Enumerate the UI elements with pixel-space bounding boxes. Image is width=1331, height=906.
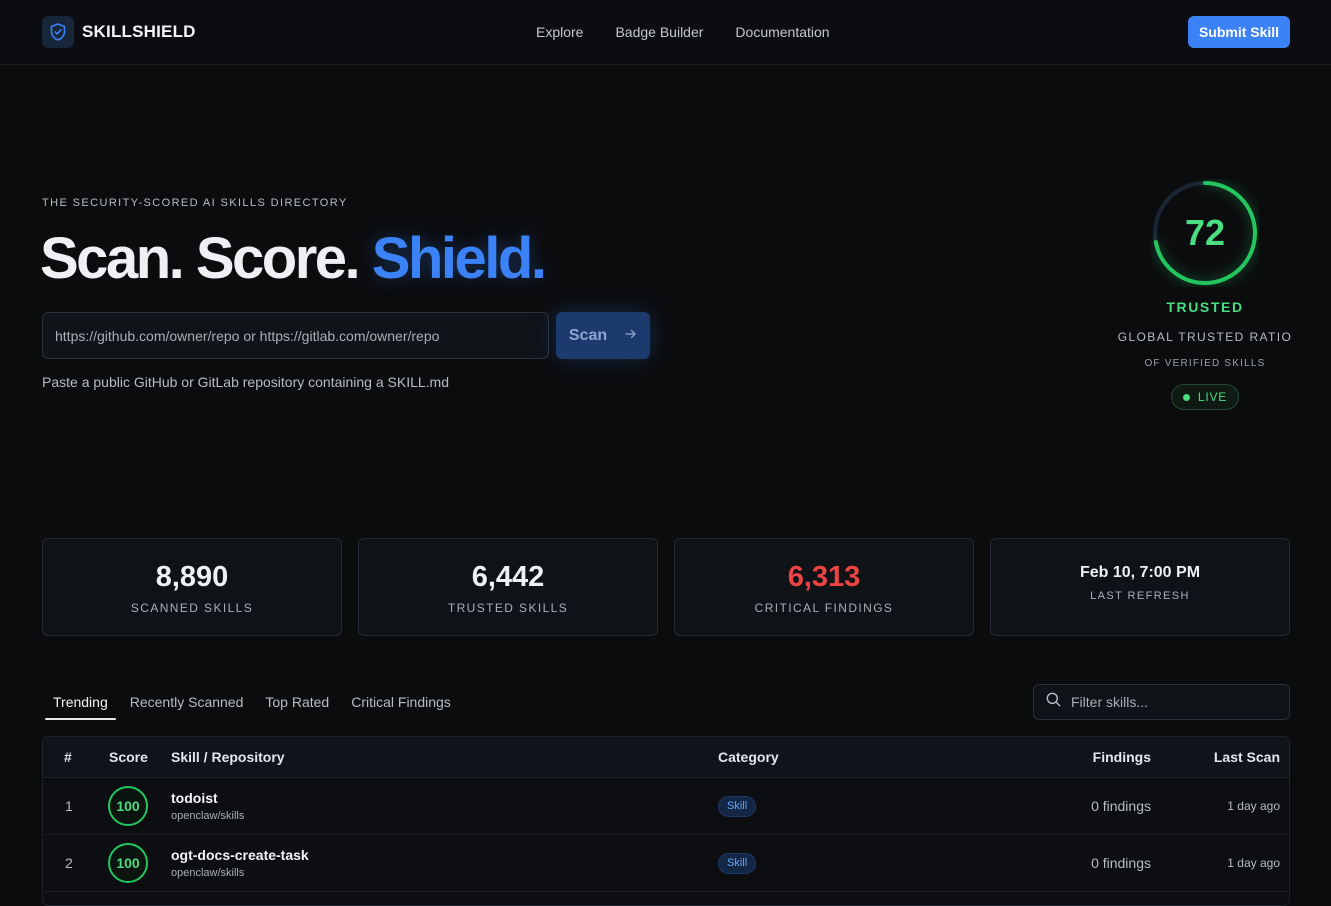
trust-sub-label: OF VERIFIED SKILLS bbox=[1144, 358, 1266, 369]
search-icon bbox=[1046, 692, 1061, 712]
category-pill: Skill bbox=[718, 796, 757, 817]
findings-count: 0 findings bbox=[1091, 855, 1151, 871]
row-rank: 1 bbox=[65, 798, 73, 814]
arrow-right-icon bbox=[625, 327, 637, 345]
findings-count: 0 findings bbox=[1091, 798, 1151, 814]
column-category[interactable]: Category bbox=[718, 749, 779, 765]
column-last-scan[interactable]: Last Scan bbox=[1214, 749, 1280, 765]
repo-url-input[interactable] bbox=[42, 312, 549, 359]
live-label: LIVE bbox=[1197, 390, 1228, 404]
headline-main: Scan. Score. bbox=[40, 226, 372, 291]
hero-hint: Paste a public GitHub or GitLab reposito… bbox=[42, 374, 449, 390]
brand-name: SKILLSHIELD bbox=[82, 22, 196, 41]
stat-label: LAST REFRESH bbox=[1090, 590, 1190, 602]
headline-accent: Shield. bbox=[371, 226, 547, 291]
listing-tabs: Trending Recently Scanned Top Rated Crit… bbox=[42, 692, 462, 720]
stat-value: 6,313 bbox=[787, 561, 861, 593]
tab-critical-findings[interactable]: Critical Findings bbox=[340, 692, 462, 720]
stat-label: TRUSTED SKILLS bbox=[447, 601, 569, 615]
category-pill: Skill bbox=[718, 853, 757, 874]
score-badge: 100 bbox=[108, 843, 148, 883]
column-rank[interactable]: # bbox=[64, 749, 72, 765]
column-skill[interactable]: Skill / Repository bbox=[171, 749, 285, 765]
stat-card-critical: 6,313 CRITICAL FINDINGS bbox=[674, 538, 974, 636]
trust-score-value: 72 bbox=[1184, 212, 1226, 253]
main-nav: Explore Badge Builder Documentation bbox=[536, 22, 862, 42]
column-findings[interactable]: Findings bbox=[1093, 749, 1151, 765]
hero-headline: Scan. Score. Shield. bbox=[40, 224, 547, 294]
live-badge: LIVE bbox=[1171, 384, 1239, 410]
table-row[interactable]: 2 100 ogt-docs-create-task openclaw/skil… bbox=[43, 835, 1289, 892]
stat-card-trusted: 6,442 TRUSTED SKILLS bbox=[358, 538, 658, 636]
stat-value: 6,442 bbox=[471, 561, 545, 593]
nav-documentation[interactable]: Documentation bbox=[735, 22, 829, 42]
nav-explore[interactable]: Explore bbox=[536, 22, 583, 42]
submit-skill-button[interactable]: Submit Skill bbox=[1188, 16, 1290, 48]
tab-top-rated[interactable]: Top Rated bbox=[254, 692, 340, 720]
tab-recently-scanned[interactable]: Recently Scanned bbox=[119, 692, 255, 720]
skill-repo: openclaw/skills bbox=[171, 867, 245, 879]
nav-badge-builder[interactable]: Badge Builder bbox=[615, 22, 703, 42]
scan-button[interactable]: Scan bbox=[556, 312, 650, 359]
trust-status: TRUSTED bbox=[1166, 299, 1244, 315]
filter-box bbox=[1033, 684, 1290, 720]
skill-name-link[interactable]: ogt-docs-create-task bbox=[171, 847, 309, 863]
stat-card-last-refresh: Feb 10, 7:00 PM LAST REFRESH bbox=[990, 538, 1290, 636]
stat-label: SCANNED SKILLS bbox=[130, 601, 254, 615]
last-scan-time: 1 day ago bbox=[1227, 856, 1280, 870]
table-row[interactable]: 1 100 todoist openclaw/skills Skill 0 fi… bbox=[43, 778, 1289, 835]
shield-icon bbox=[42, 16, 74, 48]
stat-value: 8,890 bbox=[155, 561, 229, 593]
top-navbar: SKILLSHIELD Explore Badge Builder Docume… bbox=[0, 0, 1331, 65]
trust-ratio-label: GLOBAL TRUSTED RATIO bbox=[1117, 330, 1293, 344]
skill-repo: openclaw/skills bbox=[171, 810, 245, 822]
filter-skills-input[interactable] bbox=[1071, 694, 1271, 710]
table-header: # Score Skill / Repository Category Find… bbox=[43, 737, 1289, 778]
last-scan-time: 1 day ago bbox=[1227, 799, 1280, 813]
scan-button-label: Scan bbox=[568, 326, 608, 344]
stat-card-scanned: 8,890 SCANNED SKILLS bbox=[42, 538, 342, 636]
stat-label: CRITICAL FINDINGS bbox=[754, 601, 894, 615]
trust-score-ring: 72 bbox=[1151, 179, 1259, 287]
brand-logo[interactable]: SKILLSHIELD bbox=[42, 16, 196, 48]
skills-table: # Score Skill / Repository Category Find… bbox=[42, 736, 1290, 906]
column-score[interactable]: Score bbox=[109, 749, 148, 765]
score-badge: 100 bbox=[108, 786, 148, 826]
stat-value: Feb 10, 7:00 PM bbox=[1079, 564, 1201, 581]
hero-eyebrow: THE SECURITY-SCORED AI SKILLS DIRECTORY bbox=[42, 197, 348, 209]
live-dot-icon bbox=[1182, 393, 1190, 401]
tab-trending[interactable]: Trending bbox=[42, 692, 119, 720]
row-rank: 2 bbox=[65, 855, 73, 871]
skill-name-link[interactable]: todoist bbox=[171, 790, 218, 806]
